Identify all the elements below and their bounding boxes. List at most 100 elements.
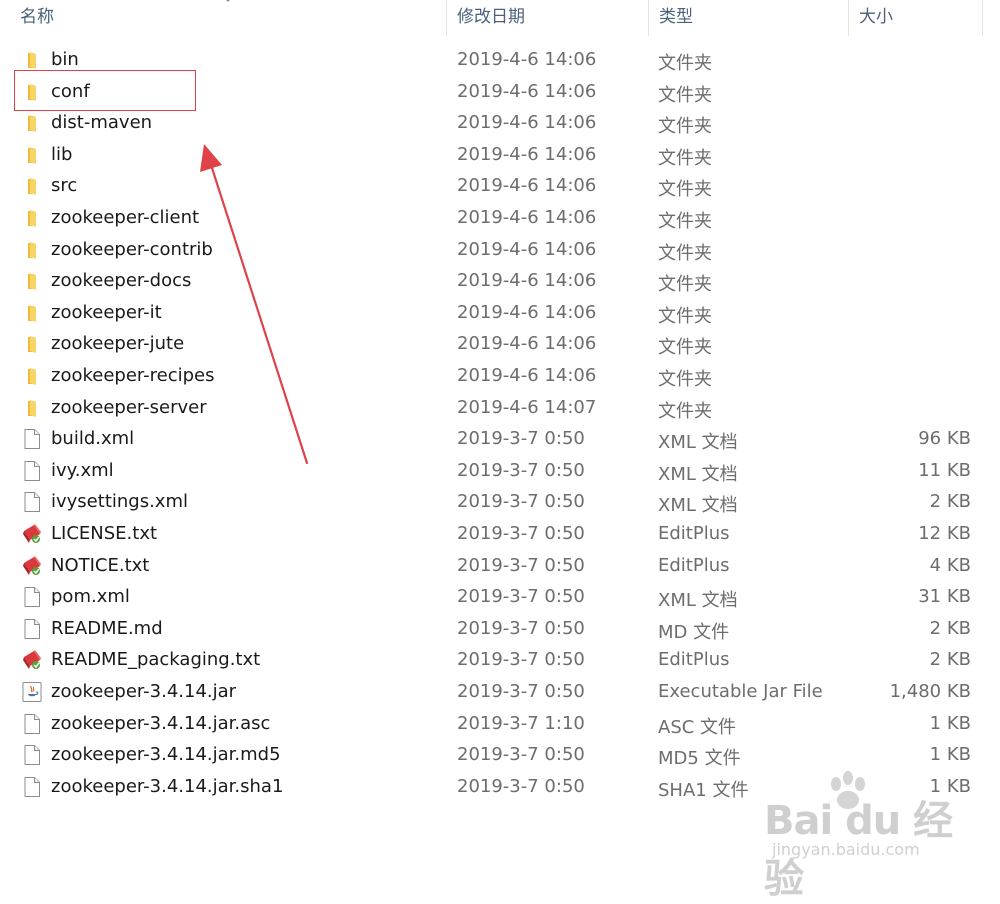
file-name: dist-maven	[51, 112, 153, 134]
file-name: ivy.xml	[51, 459, 114, 481]
file-row[interactable]: lib 2019-4-6 14:06 文件夹	[0, 140, 1000, 172]
java-jar-icon	[21, 681, 43, 703]
editplus-icon	[21, 523, 43, 545]
file-size: 2 KB	[929, 649, 971, 671]
file-size: 1,480 KB	[889, 681, 971, 702]
file-name: README_packaging.txt	[51, 649, 261, 671]
folder-icon	[21, 112, 43, 134]
file-modified-date: 2019-3-7 0:50	[457, 554, 585, 576]
file-name: build.xml	[51, 428, 135, 450]
file-type: MD5 文件	[658, 748, 741, 770]
file-modified-date: 2019-4-6 14:06	[457, 80, 597, 102]
file-row[interactable]: zookeeper-server 2019-4-6 14:07 文件夹	[0, 393, 1000, 425]
document-icon	[21, 713, 43, 735]
file-row[interactable]: build.xml 2019-3-7 0:50 XML 文档 96 KB	[0, 424, 1000, 456]
file-name: README.md	[51, 617, 163, 639]
file-row[interactable]: zookeeper-3.4.14.jar.sha1 2019-3-7 0:50 SH…	[0, 772, 1000, 804]
file-type: ASC 文件	[658, 716, 737, 738]
file-row[interactable]: bin 2019-4-6 14:06 文件夹	[0, 45, 1000, 77]
file-size: 2 KB	[929, 491, 971, 513]
folder-icon	[21, 81, 43, 103]
file-row[interactable]: zookeeper-client 2019-4-6 14:06 文件夹	[0, 203, 1000, 235]
file-name: zookeeper-contrib	[51, 238, 213, 260]
file-type: SHA1 文件	[658, 779, 749, 801]
file-name: LICENSE.txt	[51, 523, 158, 544]
file-modified-date: 2019-4-6 14:06	[457, 112, 597, 134]
column-header: 名称 修改日期 类型 大小	[0, 0, 1000, 36]
file-type: MD 文件	[658, 621, 730, 643]
folder-icon	[21, 144, 43, 166]
file-type: EditPlus	[658, 523, 730, 544]
file-type: 文件夹	[658, 84, 712, 106]
file-size: 4 KB	[929, 554, 971, 576]
file-row[interactable]: pom.xml 2019-3-7 0:50 XML 文档 31 KB	[0, 582, 1000, 614]
file-type: XML 文档	[658, 432, 738, 454]
folder-icon	[21, 302, 43, 324]
file-row[interactable]: zookeeper-it 2019-4-6 14:06 文件夹	[0, 298, 1000, 330]
file-name: zookeeper-recipes	[51, 365, 215, 386]
file-type: 文件夹	[658, 274, 712, 296]
file-type: 文件夹	[658, 53, 712, 74]
document-icon	[21, 776, 43, 798]
file-row[interactable]: README_packaging.txt 2019-3-7 0:50 EditPlu…	[0, 645, 1000, 677]
column-header-date[interactable]: 修改日期	[447, 0, 649, 36]
column-header-name[interactable]: 名称	[0, 0, 447, 36]
folder-icon	[21, 49, 43, 71]
sort-ascending-icon	[226, 0, 230, 2]
file-modified-date: 2019-3-7 0:50	[457, 491, 585, 513]
column-header-size[interactable]: 大小	[849, 0, 983, 36]
file-name: zookeeper-jute	[51, 333, 185, 355]
file-type: 文件夹	[658, 305, 712, 327]
file-modified-date: 2019-4-6 14:06	[457, 270, 597, 292]
file-modified-date: 2019-3-7 0:50	[457, 586, 585, 608]
file-type: 文件夹	[658, 147, 712, 169]
file-row[interactable]: zookeeper-3.4.14.jar 2019-3-7 0:50 Executa…	[0, 677, 1000, 709]
file-name: src	[51, 175, 78, 197]
file-modified-date: 2019-3-7 0:50	[457, 523, 585, 544]
file-row[interactable]: ivy.xml 2019-3-7 0:50 XML 文档 11 KB	[0, 456, 1000, 488]
file-type: 文件夹	[658, 400, 712, 422]
file-name: pom.xml	[51, 586, 130, 608]
document-icon	[21, 586, 43, 608]
file-row[interactable]: zookeeper-docs 2019-4-6 14:06 文件夹	[0, 266, 1000, 298]
file-modified-date: 2019-4-6 14:06	[457, 238, 597, 260]
file-row[interactable]: zookeeper-3.4.14.jar.asc 2019-3-7 1:10 ASC…	[0, 709, 1000, 741]
file-type: XML 文档	[658, 463, 738, 485]
file-type: 文件夹	[658, 242, 712, 264]
file-row[interactable]: ivysettings.xml 2019-3-7 0:50 XML 文档 2 KB	[0, 487, 1000, 519]
file-row[interactable]: zookeeper-jute 2019-4-6 14:06 文件夹	[0, 329, 1000, 361]
file-modified-date: 2019-3-7 0:50	[457, 649, 585, 671]
watermark-site: jingyan.baidu.com	[772, 840, 920, 859]
document-icon	[21, 460, 43, 482]
folder-icon	[21, 397, 43, 419]
file-type: XML 文档	[658, 495, 738, 517]
file-size: 1 KB	[929, 712, 971, 734]
file-name: zookeeper-server	[51, 396, 207, 418]
file-modified-date: 2019-3-7 0:50	[457, 428, 585, 450]
file-name: zookeeper-3.4.14.jar.sha1	[51, 775, 284, 797]
file-type: EditPlus	[658, 554, 730, 576]
file-modified-date: 2019-3-7 1:10	[457, 712, 585, 734]
file-row[interactable]: src 2019-4-6 14:06 文件夹	[0, 171, 1000, 203]
file-row[interactable]: README.md 2019-3-7 0:50 MD 文件 2 KB	[0, 614, 1000, 646]
file-modified-date: 2019-3-7 0:50	[457, 681, 585, 702]
file-row[interactable]: zookeeper-contrib 2019-4-6 14:06 文件夹	[0, 235, 1000, 267]
file-size: 2 KB	[929, 617, 971, 639]
editplus-icon	[21, 649, 43, 671]
file-row[interactable]: zookeeper-recipes 2019-4-6 14:06 文件夹	[0, 361, 1000, 393]
editplus-icon	[21, 555, 43, 577]
file-row[interactable]: conf 2019-4-6 14:06 文件夹	[0, 77, 1000, 109]
column-header-type[interactable]: 类型	[649, 0, 849, 36]
file-modified-date: 2019-4-6 14:06	[457, 333, 597, 355]
file-modified-date: 2019-3-7 0:50	[457, 744, 585, 766]
file-modified-date: 2019-3-7 0:50	[457, 775, 585, 797]
file-row[interactable]: zookeeper-3.4.14.jar.md5 2019-3-7 0:50 MD5…	[0, 740, 1000, 772]
file-row[interactable]: LICENSE.txt 2019-3-7 0:50 EditPlus 12 KB	[0, 519, 1000, 551]
file-name: zookeeper-3.4.14.jar.asc	[51, 712, 271, 734]
file-modified-date: 2019-3-7 0:50	[457, 459, 585, 481]
file-size: 1 KB	[929, 744, 971, 766]
file-row[interactable]: dist-maven 2019-4-6 14:06 文件夹	[0, 108, 1000, 140]
file-modified-date: 2019-3-7 0:50	[457, 617, 585, 639]
file-type: EditPlus	[658, 649, 730, 671]
file-row[interactable]: NOTICE.txt 2019-3-7 0:50 EditPlus 4 KB	[0, 551, 1000, 583]
